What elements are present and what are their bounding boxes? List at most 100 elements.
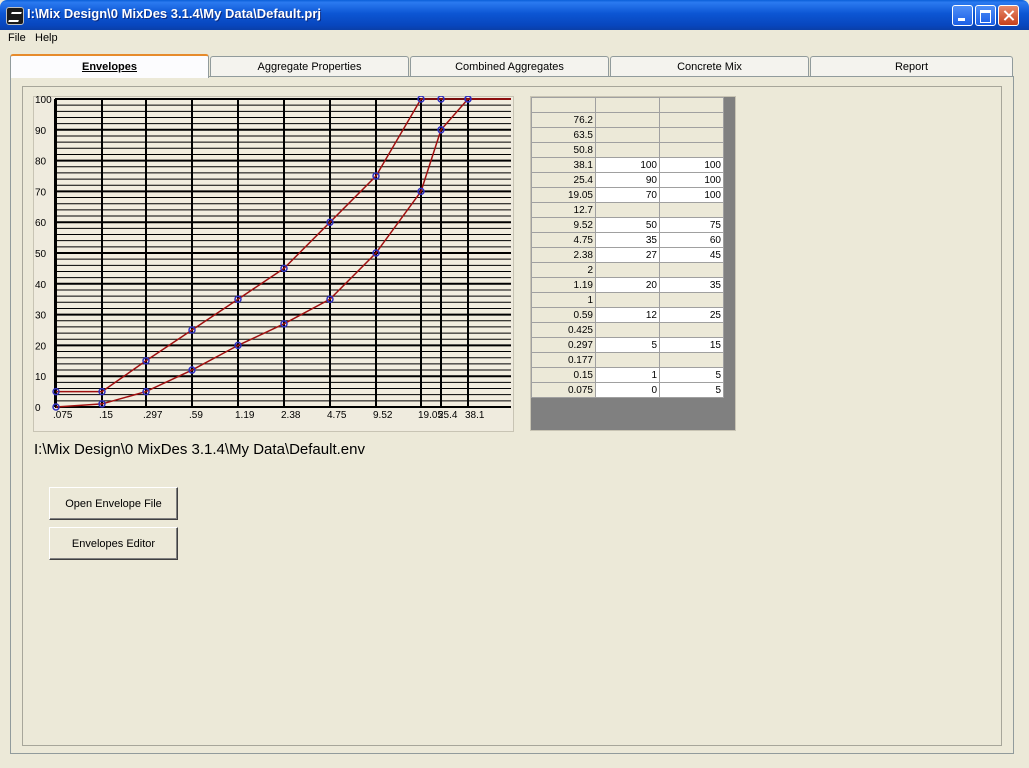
app-icon[interactable] <box>6 7 24 25</box>
grid-lower-cell[interactable]: 0 <box>595 382 660 398</box>
grid-upper-cell[interactable] <box>659 322 724 338</box>
grid-lower-cell[interactable]: 1 <box>595 367 660 383</box>
x-tick-label: 2.38 <box>281 410 301 421</box>
open-envelope-file-button[interactable]: Open Envelope File <box>49 487 178 520</box>
x-tick-label: 4.75 <box>327 410 347 421</box>
grid-upper-cell[interactable]: 15 <box>659 337 724 353</box>
grid-lower-cell[interactable]: 5 <box>595 337 660 353</box>
minimize-button[interactable] <box>952 5 973 26</box>
grid-upper-cell[interactable]: 5 <box>659 367 724 383</box>
y-tick-label: 40 <box>35 280 47 291</box>
y-tick-label: 0 <box>35 403 41 414</box>
grid-lower-cell[interactable]: 12 <box>595 307 660 323</box>
grid-lower-cell[interactable]: 50 <box>595 217 660 233</box>
grid-upper-cell[interactable] <box>659 142 724 158</box>
grid-sieve-cell: 12.7 <box>531 202 596 218</box>
grid-lower-cell[interactable] <box>595 202 660 218</box>
grid-upper-cell[interactable]: 45 <box>659 247 724 263</box>
grid-row: 1 <box>531 292 724 308</box>
grid-upper-cell[interactable]: 5 <box>659 382 724 398</box>
grid-row: 0.59 12 25 <box>531 307 724 323</box>
grid-lower-cell[interactable] <box>595 142 660 158</box>
grid-lower-cell[interactable] <box>595 292 660 308</box>
grid-lower-cell[interactable] <box>595 322 660 338</box>
menu-help[interactable]: Help <box>35 32 58 44</box>
grid-lower-cell[interactable] <box>595 112 660 128</box>
grid-lower-cell[interactable]: 90 <box>595 172 660 188</box>
envelopes-editor-button[interactable]: Envelopes Editor <box>49 527 178 560</box>
grid-lower-cell[interactable]: 100 <box>595 157 660 173</box>
grid-upper-cell[interactable]: 75 <box>659 217 724 233</box>
x-tick-label: 1.19 <box>235 410 255 421</box>
x-tick-label: .297 <box>143 410 163 421</box>
grid-lower-cell[interactable]: 35 <box>595 232 660 248</box>
title-bar[interactable]: I:\Mix Design\0 MixDes 3.1.4\My Data\Def… <box>0 0 1029 30</box>
grid-row: 38.1 100 100 <box>531 157 724 173</box>
tab-combined-aggregates-label: Combined Aggregates <box>455 61 564 73</box>
menu-bar: File Help <box>0 30 1029 48</box>
grid-sieve-cell: 2.38 <box>531 247 596 263</box>
grid-sieve-cell: 2 <box>531 262 596 278</box>
grid-sieve-cell: 9.52 <box>531 217 596 233</box>
tab-envelopes[interactable]: Envelopes <box>10 54 209 78</box>
grid-sieve-cell: 0.425 <box>531 322 596 338</box>
grid-upper-cell[interactable]: 35 <box>659 277 724 293</box>
tab-aggregate-properties[interactable]: Aggregate Properties <box>210 56 409 76</box>
grid-upper-cell[interactable]: 100 <box>659 172 724 188</box>
grid-sieve-cell: 25.4 <box>531 172 596 188</box>
grid-sieve-cell: 0.297 <box>531 337 596 353</box>
y-tick-label: 90 <box>35 126 47 137</box>
x-tick-label: 25.4 <box>438 410 458 421</box>
grid-upper-cell[interactable] <box>659 352 724 368</box>
grid-lower-cell[interactable]: 70 <box>595 187 660 203</box>
x-tick-label: .15 <box>99 410 113 421</box>
grid-upper-cell[interactable] <box>659 127 724 143</box>
grid-lower-cell[interactable] <box>595 352 660 368</box>
envelope-file-path: I:\Mix Design\0 MixDes 3.1.4\My Data\Def… <box>34 441 365 458</box>
grid-lower-cell[interactable] <box>595 262 660 278</box>
grid-row: 25.4 90 100 <box>531 172 724 188</box>
tab-report[interactable]: Report <box>810 56 1013 76</box>
grid-upper-cell[interactable] <box>659 112 724 128</box>
grid-lower-cell[interactable]: 20 <box>595 277 660 293</box>
grid-row: 4.75 35 60 <box>531 232 724 248</box>
grid-row: 76.2 <box>531 112 724 128</box>
grid-upper-cell[interactable] <box>659 97 724 113</box>
grid-row: 1.19 20 35 <box>531 277 724 293</box>
grid-sieve-cell: 50.8 <box>531 142 596 158</box>
grid-sieve-cell: 1 <box>531 292 596 308</box>
grid-sieve-cell: 19.05 <box>531 187 596 203</box>
tab-concrete-mix[interactable]: Concrete Mix <box>610 56 809 76</box>
grid-upper-cell[interactable]: 100 <box>659 157 724 173</box>
grid-sieve-cell: 0.075 <box>531 382 596 398</box>
grid-sieve-cell: 0.177 <box>531 352 596 368</box>
maximize-button[interactable] <box>975 5 996 26</box>
tab-report-label: Report <box>894 61 929 73</box>
y-tick-label: 80 <box>35 157 47 168</box>
menu-file[interactable]: File <box>8 32 26 44</box>
y-tick-label: 10 <box>35 372 47 383</box>
x-tick-label: .59 <box>189 410 203 421</box>
grid-upper-cell[interactable]: 60 <box>659 232 724 248</box>
close-button[interactable] <box>998 5 1019 26</box>
grid-lower-cell[interactable]: 27 <box>595 247 660 263</box>
grid-row: 19.05 70 100 <box>531 187 724 203</box>
y-tick-label: 20 <box>35 341 47 352</box>
grid-row: 0.297 5 15 <box>531 337 724 353</box>
grid-upper-cell[interactable]: 25 <box>659 307 724 323</box>
grid-upper-cell[interactable] <box>659 262 724 278</box>
window-title: I:\Mix Design\0 MixDes 3.1.4\My Data\Def… <box>27 6 322 21</box>
gradation-envelope-chart: 0 10 20 30 40 50 60 70 80 90 100 .075 .15 .297 .59 1.19… <box>35 96 511 421</box>
grid-sieve-cell: 38.1 <box>531 157 596 173</box>
grid-upper-cell[interactable] <box>659 292 724 308</box>
grid-upper-cell[interactable] <box>659 202 724 218</box>
grid-upper-cell[interactable]: 100 <box>659 187 724 203</box>
grid-row: 63.5 <box>531 127 724 143</box>
grid-sieve-cell: 0.15 <box>531 367 596 383</box>
y-tick-label: 70 <box>35 187 47 198</box>
grid-lower-cell[interactable] <box>595 127 660 143</box>
grid-lower-cell[interactable] <box>595 97 660 113</box>
y-tick-label: 60 <box>35 218 47 229</box>
envelope-grid[interactable]: 76.2 63.5 50.8 38.1 100 100 25.4 90 100 19.05 70 10… <box>531 97 724 398</box>
tab-combined-aggregates[interactable]: Combined Aggregates <box>410 56 609 76</box>
